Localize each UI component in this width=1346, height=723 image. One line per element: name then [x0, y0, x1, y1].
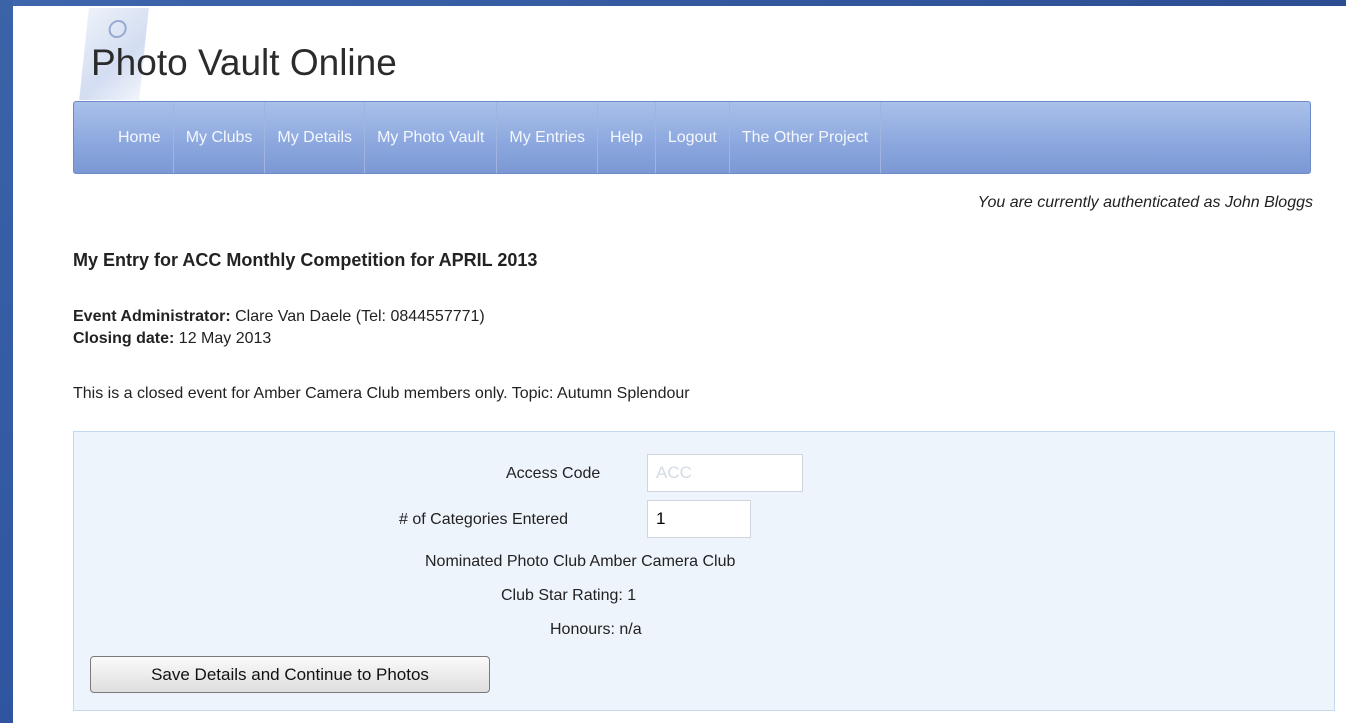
event-admin-label: Event Administrator: — [73, 308, 231, 325]
nav-item-my-photo-vault[interactable]: My Photo Vault — [365, 102, 498, 173]
logo-mark-icon — [107, 20, 128, 38]
window-frame-top — [0, 0, 1346, 6]
nominated-club-value: Amber Camera Club — [589, 553, 736, 570]
window-frame-left — [0, 0, 13, 723]
auth-status: You are currently authenticated as John … — [977, 194, 1313, 211]
honours-value: n/a — [619, 621, 642, 638]
nav-item-the-other-project[interactable]: The Other Project — [730, 102, 882, 173]
closing-date-value: 12 May 2013 — [178, 330, 272, 347]
nav-item-help[interactable]: Help — [598, 102, 656, 173]
access-code-input[interactable] — [647, 454, 803, 492]
nav-item-my-details[interactable]: My Details — [265, 102, 366, 173]
page-title: My Entry for ACC Monthly Competition for… — [73, 250, 538, 270]
star-rating-value: 1 — [627, 587, 637, 604]
honours-label: Honours: — [550, 621, 615, 638]
categories-label: # of Categories Entered — [399, 511, 568, 528]
entry-form-panel: Access Code # of Categories Entered Nomi… — [73, 431, 1335, 711]
star-rating-label: Club Star Rating: — [501, 587, 623, 604]
nav-item-my-entries[interactable]: My Entries — [497, 102, 598, 173]
event-admin-value: Clare Van Daele (Tel: 0844557771) — [235, 308, 485, 325]
main-nav: Home My Clubs My Details My Photo Vault … — [73, 101, 1311, 174]
nav-item-home[interactable]: Home — [103, 102, 174, 173]
event-info: Event Administrator: Clare Van Daele (Te… — [73, 306, 485, 350]
nominated-club-label: Nominated Photo Club — [425, 553, 586, 570]
nav-item-my-clubs[interactable]: My Clubs — [174, 102, 266, 173]
categories-input[interactable] — [647, 500, 751, 538]
closing-date-label: Closing date: — [73, 330, 175, 347]
star-rating-row: Club Star Rating: 1 — [501, 587, 636, 605]
event-description: This is a closed event for Amber Camera … — [73, 385, 690, 402]
save-continue-button[interactable]: Save Details and Continue to Photos — [90, 656, 490, 693]
honours-row: Honours: n/a — [550, 621, 642, 639]
site-title: Photo Vault Online — [91, 42, 397, 83]
access-code-label: Access Code — [506, 465, 601, 482]
nav-item-logout[interactable]: Logout — [656, 102, 730, 173]
nominated-club-row: Nominated Photo Club Amber Camera Club — [425, 553, 735, 571]
